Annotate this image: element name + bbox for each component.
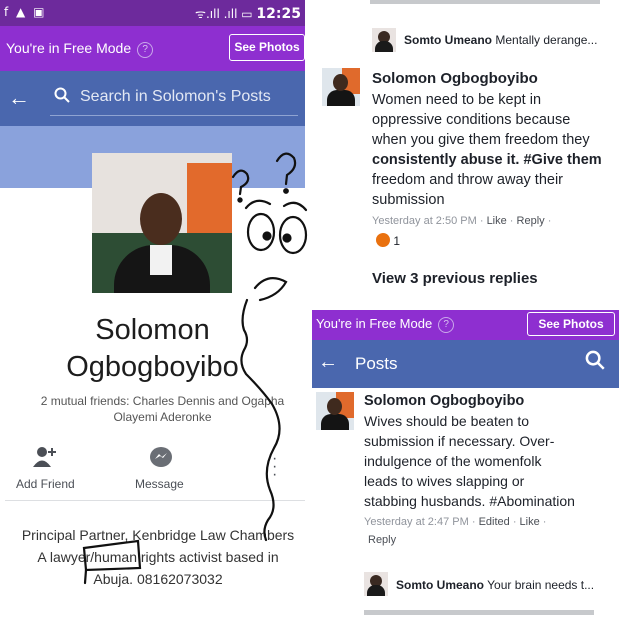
reply-link-row: Reply [368, 534, 396, 546]
post-line: submission if necessary. Over- [364, 433, 555, 449]
post-line: stabbing husbands. #Abomination [364, 493, 575, 509]
reply-author[interactable]: Somto Umeano [404, 33, 492, 47]
post-line: leads to wives slapping or [364, 473, 525, 489]
view-previous-replies[interactable]: View 3 previous replies [372, 270, 538, 287]
help-icon[interactable]: ? [438, 317, 455, 333]
reaction-summary[interactable]: 1 [376, 233, 400, 248]
avatar[interactable] [372, 28, 396, 52]
reply-link[interactable]: Reply [368, 534, 396, 546]
angry-reaction-icon [376, 233, 390, 247]
free-mode-banner: You're in Free Mode? See Photos [312, 310, 619, 340]
free-mode-text: You're in Free Mode [316, 316, 433, 331]
reply-text: Mentally derange... [495, 33, 598, 47]
timestamp: Yesterday at 2:47 PM [364, 516, 469, 528]
edited-label[interactable]: Edited [479, 516, 510, 528]
reply-author[interactable]: Somto Umeano [396, 578, 484, 592]
posts-title: Posts [355, 354, 398, 373]
reply-text: Your brain needs t... [487, 578, 595, 592]
cut-off-reply [370, 0, 600, 4]
post-author[interactable]: Solomon Ogbogboyibo [364, 393, 524, 409]
search-icon[interactable] [585, 350, 605, 376]
reply-somto-2[interactable]: Somto Umeano Your brain needs t... [396, 578, 594, 592]
post-line: Wives should be beaten to [364, 413, 529, 429]
reply-link[interactable]: Reply [517, 215, 545, 227]
posts-panel: You're in Free Mode? See Photos ← Posts … [312, 310, 619, 619]
like-link[interactable]: Like [520, 516, 540, 528]
back-arrow-icon[interactable]: ← [318, 351, 338, 374]
avatar[interactable] [316, 392, 354, 430]
free-mode-label: You're in Free Mode? [316, 316, 455, 333]
avatar[interactable] [364, 572, 388, 596]
timestamp: Yesterday at 2:50 PM [372, 215, 477, 227]
posts-header: ← Posts [312, 340, 619, 388]
comment-line: oppressive conditions because [372, 112, 571, 128]
comment-thread-1: Somto Umeano Mentally derange... Solomon… [312, 0, 619, 300]
post-line: indulgence of the womenfolk [364, 453, 542, 469]
cut-off-reply [364, 610, 594, 615]
comment-line: submission [372, 192, 445, 208]
comment-meta: Yesterday at 2:50 PM · Like · Reply · [372, 215, 552, 227]
comment-author[interactable]: Solomon Ogbogboyibo [372, 70, 538, 87]
post-body: Wives should be beaten to submission if … [364, 411, 575, 511]
reaction-count: 1 [393, 234, 401, 248]
comment-line: Women need to be kept in [372, 92, 542, 108]
see-photos-button[interactable]: See Photos [527, 312, 615, 336]
comment-body: Women need to be kept in oppressive cond… [372, 90, 602, 210]
comment-line: when you give them freedom they [372, 132, 590, 148]
post-meta: Yesterday at 2:47 PM · Edited · Like · [364, 516, 547, 528]
reply-somto-1[interactable]: Somto Umeano Mentally derange... [404, 33, 597, 47]
avatar[interactable] [322, 68, 360, 106]
like-link[interactable]: Like [487, 215, 507, 227]
comment-line: freedom and throw away their [372, 172, 564, 188]
comment-line: consistently abuse it. #Give them [372, 152, 602, 168]
